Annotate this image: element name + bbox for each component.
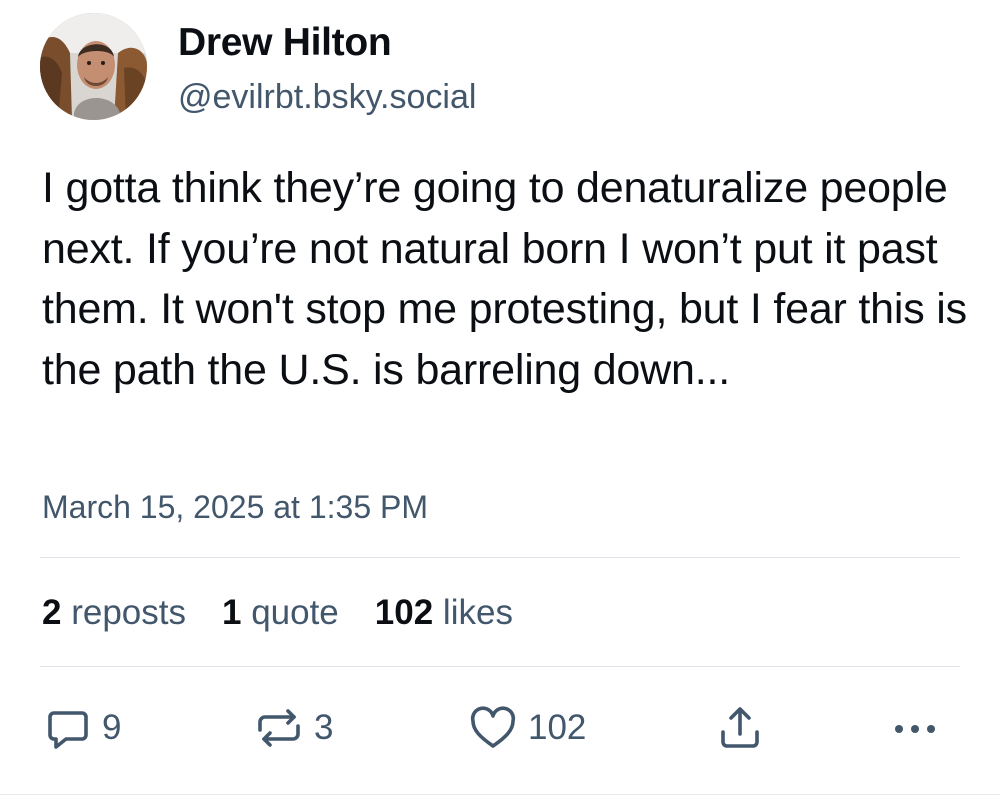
like-count: 102 [528, 708, 587, 747]
more-dots-icon [895, 725, 935, 733]
divider [40, 666, 960, 667]
reply-count: 9 [102, 708, 122, 747]
likes-label: likes [442, 593, 513, 632]
repost-count: 3 [314, 708, 334, 747]
post-text: I gotta think they’re going to denatural… [42, 164, 967, 394]
share-button[interactable] [716, 700, 764, 756]
divider [0, 794, 1000, 795]
reply-bubble-icon [48, 711, 88, 749]
quotes-label: quote [251, 593, 339, 632]
author-handle[interactable]: @evilrbt.bsky.social [178, 76, 476, 118]
reposts-count: 2 [42, 593, 62, 632]
engagement-stats: 2 reposts 1 quote 102 likes [42, 591, 549, 635]
share-upload-icon [721, 707, 759, 748]
heart-icon [470, 706, 516, 748]
post-timestamp: March 15, 2025 at 1:35 PM [42, 489, 428, 525]
reply-button[interactable]: 9 [44, 700, 121, 756]
reposts-label: reposts [71, 593, 186, 632]
post-container: Drew Hilton @evilrbt.bsky.social I gotta… [0, 0, 1000, 810]
avatar-photo [40, 13, 147, 120]
reposts-stat[interactable]: 2 reposts [42, 591, 186, 635]
repost-arrows-icon [258, 709, 300, 747]
likes-stat[interactable]: 102 likes [375, 591, 513, 635]
divider [40, 557, 960, 558]
more-options-button[interactable] [890, 700, 940, 756]
quotes-stat[interactable]: 1 quote [222, 591, 339, 635]
quotes-count: 1 [221, 593, 242, 632]
avatar[interactable] [40, 13, 147, 120]
repost-button[interactable]: 3 [254, 700, 333, 756]
action-bar: 9 3 102 [0, 700, 1000, 760]
author-name[interactable]: Drew Hilton [178, 20, 392, 66]
like-button[interactable]: 102 [468, 700, 586, 756]
likes-count: 102 [374, 593, 434, 632]
